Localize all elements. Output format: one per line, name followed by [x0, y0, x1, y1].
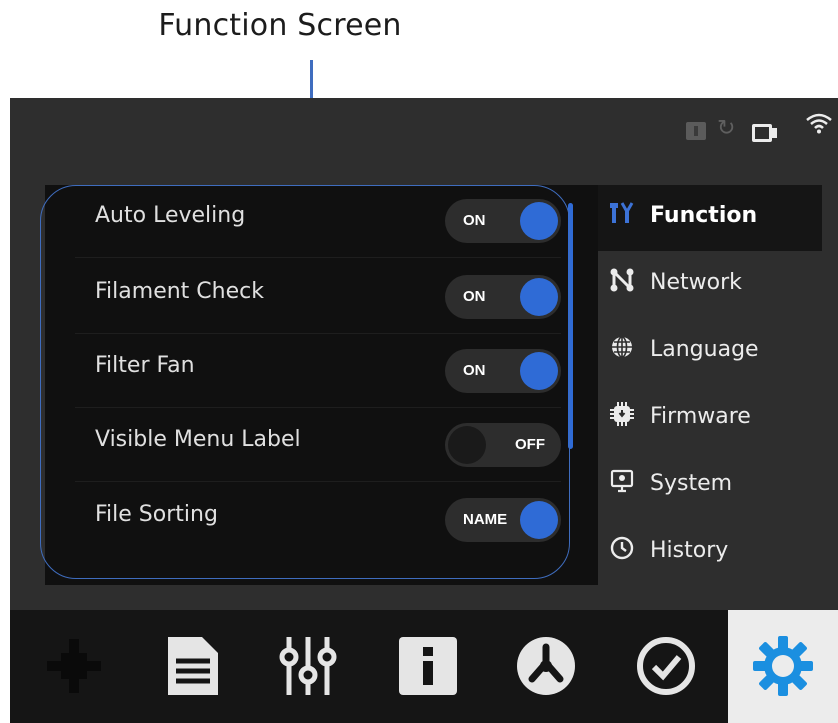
system-monitor-icon: [608, 469, 636, 499]
sd-card-icon: [686, 122, 706, 140]
setting-row-filter-fan: Filter Fan ON: [75, 335, 561, 408]
toggle-state-text: OFF: [515, 436, 545, 453]
network-icon: [608, 268, 636, 298]
setting-row-filament-check: Filament Check ON: [75, 261, 561, 334]
toggle-knob: [520, 352, 558, 390]
move-axis-icon[interactable]: [42, 634, 106, 698]
setting-row-file-sorting: File Sorting NAME: [75, 484, 561, 556]
setting-label: Visible Menu Label: [95, 427, 301, 452]
sidebar-item-label: System: [650, 471, 733, 496]
figure-caption: Function Screen: [158, 8, 402, 43]
setting-label: Filter Fan: [95, 353, 195, 378]
function-settings-panel: Auto Leveling ON Filament Check ON Filte…: [45, 185, 598, 585]
sidebar-item-label: History: [650, 538, 729, 563]
toggle-state-text: ON: [463, 212, 486, 229]
settings-scrollbar[interactable]: [568, 203, 573, 449]
check-icon[interactable]: [634, 634, 698, 698]
setting-row-auto-leveling: Auto Leveling ON: [75, 185, 561, 258]
settings-sidebar: Function Network Language Firmware Syste…: [598, 185, 838, 585]
clock-icon: [608, 536, 636, 566]
settings-gear-icon[interactable]: [751, 634, 815, 698]
sidebar-item-label: Language: [650, 337, 759, 362]
toggle-knob: [520, 501, 558, 539]
sidebar-item-history[interactable]: History: [598, 520, 822, 586]
setting-label: File Sorting: [95, 502, 218, 527]
auto-leveling-toggle[interactable]: ON: [445, 199, 561, 243]
file-sorting-toggle[interactable]: NAME: [445, 498, 561, 542]
filter-fan-toggle[interactable]: ON: [445, 349, 561, 393]
sidebar-item-language[interactable]: Language: [598, 319, 822, 385]
visible-menu-label-toggle[interactable]: OFF: [445, 423, 561, 467]
refresh-icon: ↻: [717, 116, 736, 141]
setting-label: Filament Check: [95, 279, 264, 304]
fan-icon[interactable]: [514, 634, 578, 698]
toggle-state-text: ON: [463, 288, 486, 305]
info-icon[interactable]: [396, 634, 460, 698]
sidebar-item-network[interactable]: Network: [598, 252, 822, 318]
bottom-navigation: [10, 610, 838, 723]
sidebar-item-label: Firmware: [650, 404, 751, 429]
tools-icon: [608, 201, 636, 231]
status-bar: ↻: [10, 98, 838, 170]
setting-row-visible-menu-label: Visible Menu Label OFF: [75, 409, 561, 482]
file-icon[interactable]: [160, 634, 224, 698]
toggle-knob: [520, 202, 558, 240]
firmware-chip-icon: [608, 402, 636, 432]
printer-screen: ↻ Auto Leveling ON Filament Check ON Fil…: [10, 98, 838, 723]
sidebar-item-firmware[interactable]: Firmware: [598, 386, 822, 452]
globe-icon: [608, 335, 636, 365]
toggle-knob: [448, 426, 486, 464]
camera-icon: [752, 124, 777, 142]
filament-check-toggle[interactable]: ON: [445, 275, 561, 319]
toggle-state-text: NAME: [463, 511, 508, 528]
sidebar-item-system[interactable]: System: [598, 453, 822, 519]
adjust-sliders-icon[interactable]: [276, 634, 340, 698]
toggle-state-text: ON: [463, 362, 486, 379]
sidebar-item-label: Function: [650, 203, 758, 228]
sidebar-item-label: Network: [650, 270, 742, 295]
wifi-icon: [806, 112, 832, 140]
toggle-knob: [520, 278, 558, 316]
setting-label: Auto Leveling: [95, 203, 246, 228]
sidebar-item-function[interactable]: Function: [598, 185, 822, 251]
